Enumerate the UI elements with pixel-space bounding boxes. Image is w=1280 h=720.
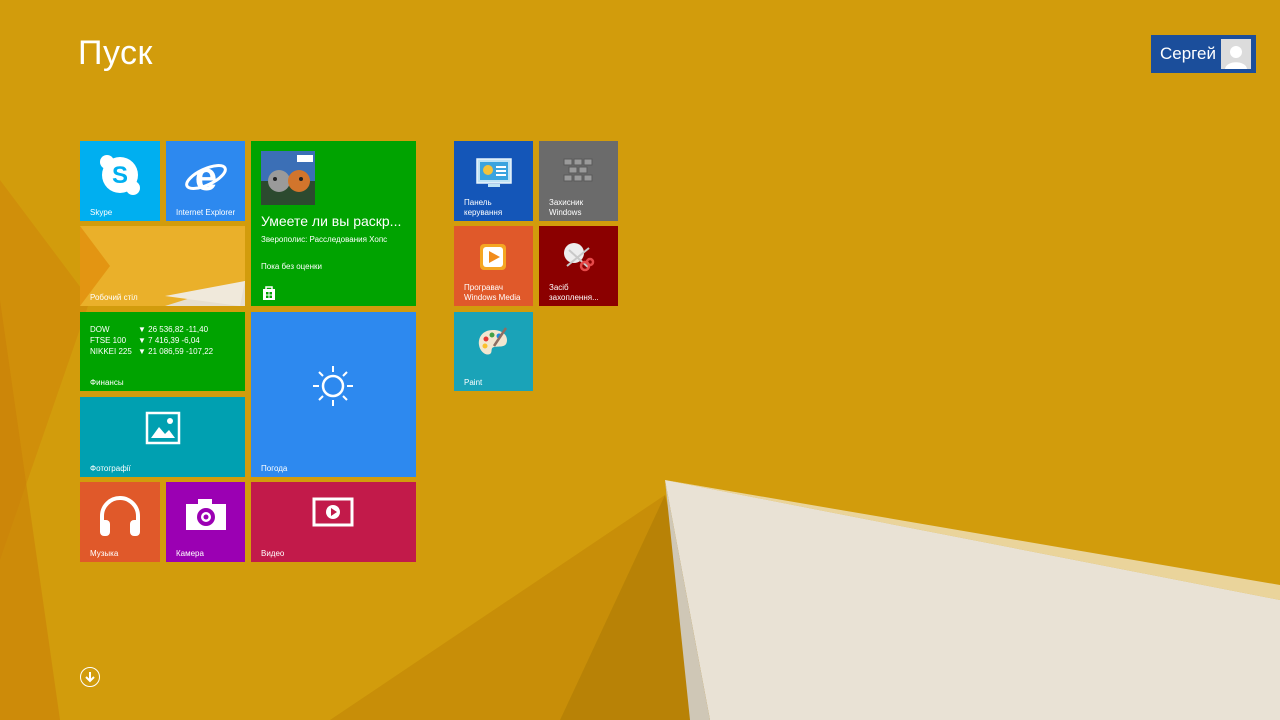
store-promo-subtitle: Зверополис: Расследования Хопс [261, 235, 388, 244]
tile-music[interactable]: Музыка [80, 482, 160, 562]
store-app-thumbnail [261, 151, 315, 205]
user-account-button[interactable]: Сергей [1151, 35, 1256, 73]
finance-index-name: NIKKEI 225 [90, 347, 132, 356]
tile-finance[interactable]: DOW ▼ 26 536,82 -11,40 FTSE 100 ▼ 7 416,… [80, 312, 245, 391]
svg-text:S: S [112, 162, 128, 189]
user-avatar-icon [1221, 39, 1251, 69]
finance-index-name: DOW [90, 325, 110, 334]
tile-control-panel[interactable]: Панель керування [454, 141, 533, 221]
tile-snipping-tool[interactable]: Засіб захоплення... [539, 226, 618, 306]
user-name: Сергей [1160, 44, 1216, 63]
svg-text:e: e [195, 155, 217, 197]
tile-label-line: Панель [464, 198, 492, 207]
tile-windows-defender[interactable]: Захисник Windows [539, 141, 618, 221]
tile-camera-label: Камера [176, 549, 204, 558]
tile-windows-media-player[interactable]: Програвач Windows Media [454, 226, 533, 306]
tile-camera[interactable]: Камера [166, 482, 245, 562]
tile-paint-label: Paint [464, 378, 483, 387]
tile-finance-label: Финансы [90, 378, 124, 387]
tile-label-line: Програвач [464, 283, 504, 292]
tile-label-line: Засіб [549, 283, 569, 292]
tile-store[interactable]: Умеете ли вы раскр... Зверополис: Рассле… [251, 141, 416, 306]
paint-palette-icon [476, 326, 510, 360]
arrow-down-circle-icon [84, 671, 96, 683]
headphones-icon [96, 492, 144, 540]
tile-ie-label: Internet Explorer [176, 208, 236, 217]
finance-index-name: FTSE 100 [90, 336, 127, 345]
control-panel-icon [476, 157, 512, 189]
finance-index-value: ▼ 26 536,82 -11,40 [138, 325, 209, 334]
tile-photos[interactable]: Фотографії [80, 397, 245, 477]
internet-explorer-icon: e [184, 153, 228, 197]
tile-weather[interactable]: Погода [251, 312, 416, 477]
sun-icon [311, 364, 355, 408]
finance-row: NIKKEI 225 ▼ 21 086,59 -107,22 [90, 347, 213, 357]
photo-icon [144, 409, 182, 447]
tile-desktop-label: Робочий стіл [90, 293, 138, 302]
tile-label-line: захоплення... [549, 293, 599, 302]
tile-music-label: Музыка [90, 549, 119, 558]
tile-label-line: керування [464, 208, 503, 217]
tile-media-player-label: Програвач Windows Media [464, 283, 520, 303]
tile-control-panel-label: Панель керування [464, 198, 502, 218]
tile-label-line: Захисник [549, 198, 584, 207]
tile-snipping-label: Засіб захоплення... [549, 283, 599, 303]
defender-wall-icon [563, 157, 593, 185]
tile-defender-label: Захисник Windows [549, 198, 583, 218]
tile-label-line: Windows Media [464, 293, 521, 302]
finance-row: DOW ▼ 26 536,82 -11,40 [90, 325, 208, 335]
tile-internet-explorer[interactable]: e Internet Explorer [166, 141, 245, 221]
tile-weather-label: Погода [261, 464, 288, 473]
tile-photos-label: Фотографії [90, 464, 131, 473]
finance-row: FTSE 100 ▼ 7 416,39 -6,04 [90, 336, 200, 346]
skype-icon: S [98, 153, 142, 197]
store-promo-rating: Пока без оценки [261, 262, 322, 271]
tile-skype-label: Skype [90, 208, 113, 217]
video-play-icon [311, 496, 355, 530]
tile-label-line: Windows [549, 208, 582, 217]
store-bag-icon [261, 285, 277, 301]
finance-index-value: ▼ 7 416,39 -6,04 [138, 336, 200, 345]
media-player-icon [478, 242, 508, 272]
tile-skype[interactable]: S Skype [80, 141, 160, 221]
tile-desktop[interactable]: Робочий стіл [80, 226, 245, 306]
tile-video-label: Видео [261, 549, 285, 558]
start-title: Пуск [78, 34, 153, 72]
camera-icon [184, 496, 228, 532]
scissors-icon [561, 240, 595, 274]
tile-paint[interactable]: Paint [454, 312, 533, 391]
store-promo-title: Умеете ли вы раскр... [261, 213, 402, 229]
finance-index-value: ▼ 21 086,59 -107,22 [138, 347, 214, 356]
all-apps-button[interactable] [80, 667, 100, 687]
tile-video[interactable]: Видео [251, 482, 416, 562]
